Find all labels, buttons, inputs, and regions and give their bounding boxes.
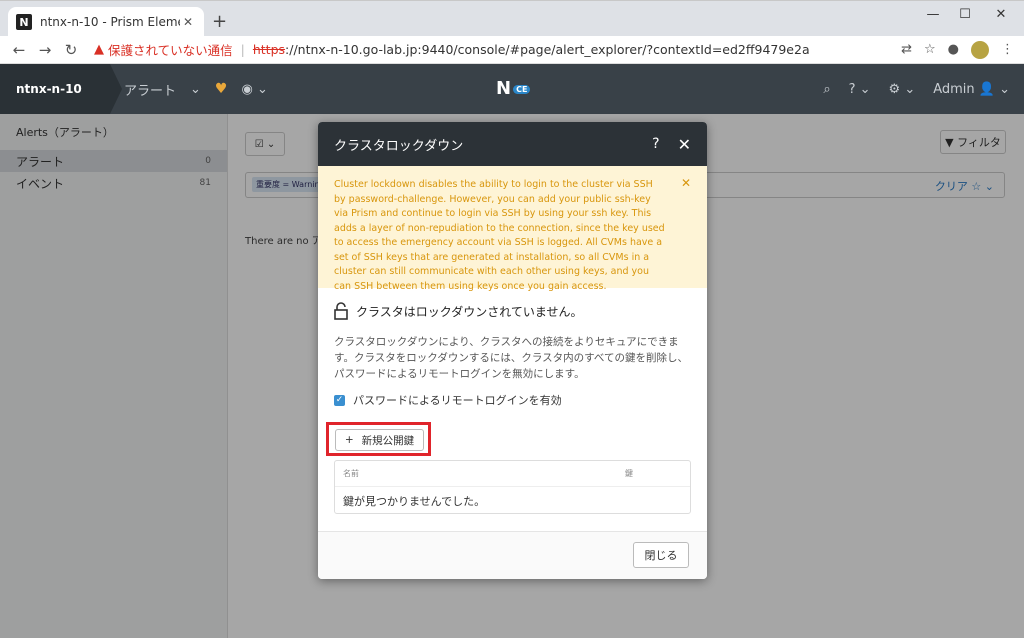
- status-text: クラスタはロックダウンされていません。: [356, 304, 583, 319]
- address-bar: ← → ↻ ▲ 保護されていない通信 | https ://ntnx-n-10.…: [0, 36, 1024, 64]
- app-header: ntnx-n-10 アラート ⌄ ♥ ◉ ⌄ N CE ⌕ ? ⌄ ⚙ ⌄ Adm…: [0, 64, 1024, 114]
- cluster-lockdown-dialog: クラスタロックダウン ? ✕ Cluster lockdown disables…: [318, 122, 707, 579]
- url-separator: |: [240, 42, 245, 57]
- url-path: ://ntnx-n-10.go-lab.jp:9440/console/#pag…: [285, 42, 810, 57]
- forward-icon[interactable]: →: [32, 41, 58, 59]
- password-login-label: パスワードによるリモートログインを有効: [353, 394, 562, 407]
- lockdown-status: クラスタはロックダウンされていません。: [334, 302, 691, 320]
- keys-table: 名前 鍵 鍵が見つかりませんでした。: [334, 460, 691, 514]
- empty-row-text: 鍵が見つかりませんでした。: [343, 494, 486, 508]
- browser-tab[interactable]: N ntnx-n-10 - Prism Element ✕: [8, 7, 204, 37]
- help-dropdown[interactable]: ? ⌄: [849, 82, 871, 97]
- tab-close-icon[interactable]: ✕: [180, 15, 196, 29]
- dialog-header: クラスタロックダウン ? ✕: [318, 122, 707, 166]
- lockdown-description: クラスタロックダウンにより、クラスタへの接続をよりセキュアにできます。クラスタを…: [334, 336, 688, 380]
- gear-icon[interactable]: ⚙ ⌄: [889, 82, 916, 97]
- maximize-icon[interactable]: ☐: [950, 7, 980, 22]
- nutanix-favicon-icon: N: [16, 14, 32, 30]
- dialog-title: クラスタロックダウン: [334, 138, 464, 154]
- dismiss-warning-icon[interactable]: ✕: [681, 176, 691, 191]
- warning-icon: ▲: [94, 42, 104, 57]
- nutanix-logo: N CE: [496, 78, 531, 99]
- extension-icon[interactable]: ●: [948, 42, 959, 57]
- dialog-body: クラスタはロックダウンされていません。 クラスタロックダウンにより、クラスタへの…: [318, 288, 707, 514]
- logo-letter: N: [496, 78, 512, 99]
- new-key-label: 新規公開鍵: [361, 434, 415, 447]
- user-name: Admin: [933, 81, 975, 97]
- back-icon[interactable]: ←: [6, 41, 32, 59]
- column-key: 鍵: [625, 469, 633, 478]
- url-scheme: https: [252, 42, 286, 57]
- status-circle-icon[interactable]: ◉ ⌄: [241, 82, 267, 97]
- translate-icon[interactable]: ⇄: [901, 42, 912, 57]
- table-row: 鍵が見つかりませんでした。: [335, 487, 690, 514]
- insecure-label: 保護されていない通信: [108, 43, 233, 58]
- dialog-footer: 閉じる: [318, 531, 707, 579]
- warning-text: Cluster lockdown disables the ability to…: [334, 179, 665, 292]
- cluster-name[interactable]: ntnx-n-10: [0, 64, 122, 114]
- logo-badge: CE: [513, 84, 531, 94]
- unlock-icon: [334, 302, 348, 320]
- menu-kebab-icon[interactable]: ⋮: [1001, 42, 1014, 57]
- health-heart-icon[interactable]: ♥: [215, 81, 228, 97]
- plus-icon: +: [344, 434, 354, 446]
- help-icon[interactable]: ?: [652, 136, 659, 152]
- reload-icon[interactable]: ↻: [58, 41, 84, 59]
- profile-avatar[interactable]: [971, 40, 989, 59]
- browser-tabbar: N ntnx-n-10 - Prism Element ✕ + — ☐ ✕: [0, 0, 1024, 37]
- search-icon[interactable]: ⌕: [823, 82, 830, 97]
- tab-title: ntnx-n-10 - Prism Element: [40, 15, 180, 29]
- chevron-down-icon[interactable]: ⌄: [190, 82, 201, 97]
- help-label: ?: [848, 81, 856, 97]
- password-login-option[interactable]: ✓ パスワードによるリモートログインを有効: [334, 392, 691, 408]
- table-header: 名前 鍵: [335, 461, 690, 487]
- new-public-key-button[interactable]: + 新規公開鍵: [335, 429, 424, 451]
- highlight-box: + 新規公開鍵: [326, 422, 431, 456]
- password-login-checkbox[interactable]: ✓: [334, 394, 345, 406]
- nav-section-dropdown[interactable]: アラート: [124, 80, 176, 99]
- close-button[interactable]: 閉じる: [633, 542, 689, 568]
- user-menu[interactable]: Admin 👤 ⌄: [933, 82, 1010, 97]
- url-field[interactable]: ▲ 保護されていない通信 | https ://ntnx-n-10.go-lab…: [94, 39, 895, 61]
- window-close-icon[interactable]: ✕: [986, 7, 1016, 22]
- minimize-icon[interactable]: —: [918, 7, 948, 22]
- close-icon[interactable]: ✕: [678, 135, 691, 154]
- new-tab-icon[interactable]: +: [212, 11, 227, 32]
- column-name: 名前: [343, 469, 359, 478]
- warning-banner: Cluster lockdown disables the ability to…: [318, 166, 707, 292]
- bookmark-star-icon[interactable]: ☆: [924, 42, 936, 57]
